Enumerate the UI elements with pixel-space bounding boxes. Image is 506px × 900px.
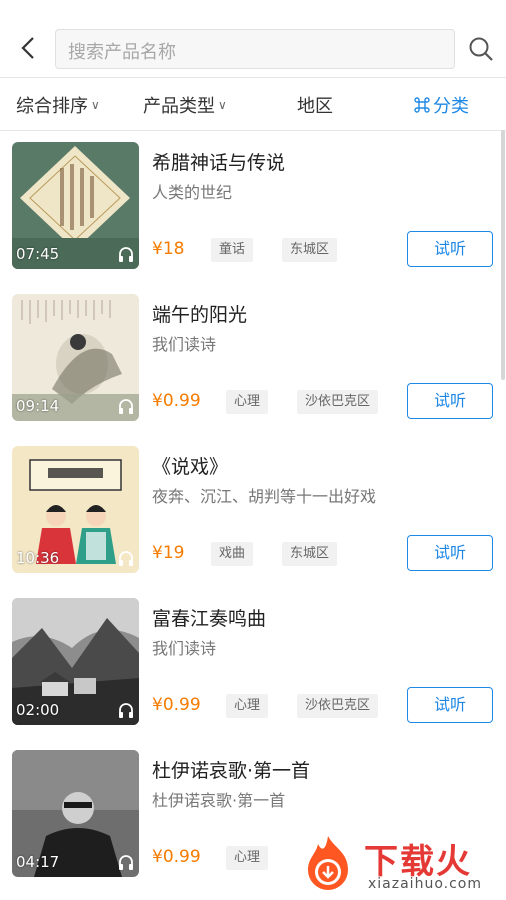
cover-image: 02:00 [12,598,139,725]
region-label: 地区 [297,96,333,117]
duration: 10:36 [16,549,60,567]
duration: 09:14 [16,397,60,415]
region-filter[interactable]: 地区 [297,92,333,118]
item-subtitle: 人类的世纪 [152,183,233,202]
search-placeholder: 搜索产品名称 [68,42,176,63]
top-bar: 搜索产品名称 [0,0,506,76]
region-tag: 东城区 [282,542,338,566]
genre-tag: 心理 [226,846,269,870]
list-item[interactable]: 02:00 富春江奏鸣曲 我们读诗 ¥0.99 心理 沙依巴克区 试听 [0,586,506,738]
genre-tag: 心理 [226,694,269,718]
product-type-label: 产品类型 [143,96,215,117]
region-tag: 沙依巴克区 [297,390,379,414]
preview-button[interactable]: 试听 [407,231,493,267]
preview-button[interactable]: 试听 [407,383,493,419]
preview-button[interactable]: 试听 [407,535,493,571]
region-tag: 沙依巴克区 [297,694,379,718]
command-icon [414,97,430,113]
headphones-icon [119,551,133,566]
search-input[interactable]: 搜索产品名称 [55,29,455,69]
genre-tag: 戏曲 [211,542,254,566]
item-title: 希腊神话与传说 [152,152,286,174]
duration: 02:00 [16,701,60,719]
category-filter[interactable]: 分类 [413,92,469,118]
duration: 07:45 [16,245,60,263]
cover-image: 04:17 [12,750,139,877]
item-price: ¥0.99 [152,391,201,411]
item-subtitle: 我们读诗 [152,335,217,354]
product-list: 07:45 希腊神话与传说 人类的世纪 ¥18 童话 东城区 试听 09:14 … [0,130,506,900]
list-item[interactable]: 07:45 希腊神话与传说 人类的世纪 ¥18 童话 东城区 试听 [0,130,506,282]
headphones-icon [119,855,133,870]
list-item[interactable]: 10:36 《说戏》 夜奔、沉江、胡判等十一出好戏 ¥19 戏曲 东城区 试听 [0,434,506,586]
scrollbar[interactable] [501,130,505,380]
preview-button[interactable]: 试听 [407,687,493,723]
filter-bar: 综合排序 ∨ 产品类型 ∨ 地区 分类 [0,77,506,131]
item-price: ¥0.99 [152,847,201,867]
duration: 04:17 [16,853,60,871]
headphones-icon [119,247,133,262]
back-icon[interactable] [14,30,42,66]
cover-image: 10:36 [12,446,139,573]
item-title: 《说戏》 [152,456,229,478]
watermark: 下载火 xiazaihuo.com [296,832,502,896]
cover-image: 09:14 [12,294,139,421]
item-title: 富春江奏鸣曲 [152,608,267,630]
genre-tag: 心理 [226,390,269,414]
category-label: 分类 [433,96,469,117]
cover-image: 07:45 [12,142,139,269]
item-subtitle: 杜伊诺哀歌·第一首 [152,791,286,810]
chevron-down-icon: ∨ [218,98,227,112]
item-price: ¥19 [152,543,185,563]
item-price: ¥18 [152,239,185,259]
list-item[interactable]: 09:14 端午的阳光 我们读诗 ¥0.99 心理 沙依巴克区 试听 [0,282,506,434]
search-icon[interactable] [466,34,496,64]
genre-tag: 童话 [211,238,254,262]
sort-filter-label: 综合排序 [16,96,88,117]
headphones-icon [119,703,133,718]
flame-logo-icon [308,836,348,890]
item-subtitle: 夜奔、沉江、胡判等十一出好戏 [152,487,377,506]
region-tag: 东城区 [282,238,338,262]
item-title: 杜伊诺哀歌·第一首 [152,760,311,782]
headphones-icon [119,399,133,414]
item-title: 端午的阳光 [152,304,248,326]
watermark-domain: xiazaihuo.com [368,876,482,892]
sort-filter[interactable]: 综合排序 ∨ [16,92,100,118]
chevron-down-icon: ∨ [91,98,100,112]
item-subtitle: 我们读诗 [152,639,217,658]
item-price: ¥0.99 [152,695,201,715]
product-type-filter[interactable]: 产品类型 ∨ [143,92,227,118]
